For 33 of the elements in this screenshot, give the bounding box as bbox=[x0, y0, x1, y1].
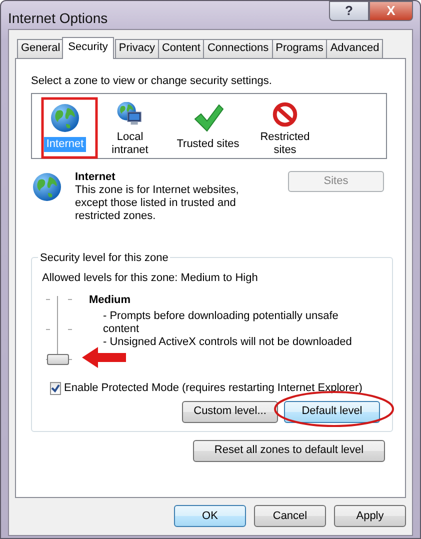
default-level-button[interactable]: Default level bbox=[284, 400, 380, 422]
help-button[interactable]: ? bbox=[329, 1, 369, 21]
tab[interactable]: Privacy bbox=[114, 39, 159, 58]
globe-icon bbox=[49, 102, 81, 134]
dialog-button[interactable]: OK bbox=[174, 505, 246, 527]
protected-mode-label: Enable Protected Mode (requires restarting Internet Explorer) bbox=[64, 381, 362, 396]
window-title: Internet Options bbox=[8, 9, 108, 28]
zone-item[interactable]: Trusted sites bbox=[168, 102, 248, 158]
highlight-box bbox=[41, 97, 98, 159]
zone-title: Internet bbox=[75, 170, 116, 184]
tab[interactable]: Security bbox=[62, 37, 114, 59]
zone-prompt: Select a zone to view or change security settings. bbox=[31, 74, 273, 89]
zone-description: This zone is for Internet websites, except those listed in trusted and restricted zones. bbox=[75, 184, 240, 222]
tab[interactable]: Content bbox=[158, 39, 204, 58]
level-detail: - Prompts before downloading potentially unsafe content bbox=[102, 310, 340, 336]
checkmark-icon bbox=[192, 102, 224, 134]
tab[interactable]: Programs bbox=[272, 39, 328, 58]
custom-level-button[interactable]: Custom level... bbox=[182, 400, 278, 422]
protected-mode-checkbox[interactable] bbox=[50, 382, 61, 395]
level-detail: - Unsigned ActiveX controls will not be downloaded bbox=[102, 336, 353, 349]
level-name: Medium bbox=[89, 294, 132, 307]
tab[interactable]: Connections bbox=[203, 39, 273, 58]
pointer-arrow bbox=[81, 346, 127, 369]
dialog-button[interactable]: Apply bbox=[334, 505, 406, 527]
allowed-levels-text: Allowed levels for this zone: Medium to High bbox=[42, 270, 259, 286]
slider-thumb[interactable] bbox=[47, 354, 69, 365]
dialog-button[interactable]: Cancel bbox=[254, 505, 326, 527]
tab[interactable]: Advanced bbox=[326, 39, 384, 58]
reset-zones-button[interactable]: Reset all zones to default level bbox=[193, 440, 385, 462]
globe-icon bbox=[31, 170, 63, 202]
tab[interactable]: General bbox=[17, 39, 64, 58]
zone-item[interactable]: Local intranet bbox=[92, 102, 168, 158]
zone-item[interactable]: Restricted sites bbox=[248, 102, 322, 158]
